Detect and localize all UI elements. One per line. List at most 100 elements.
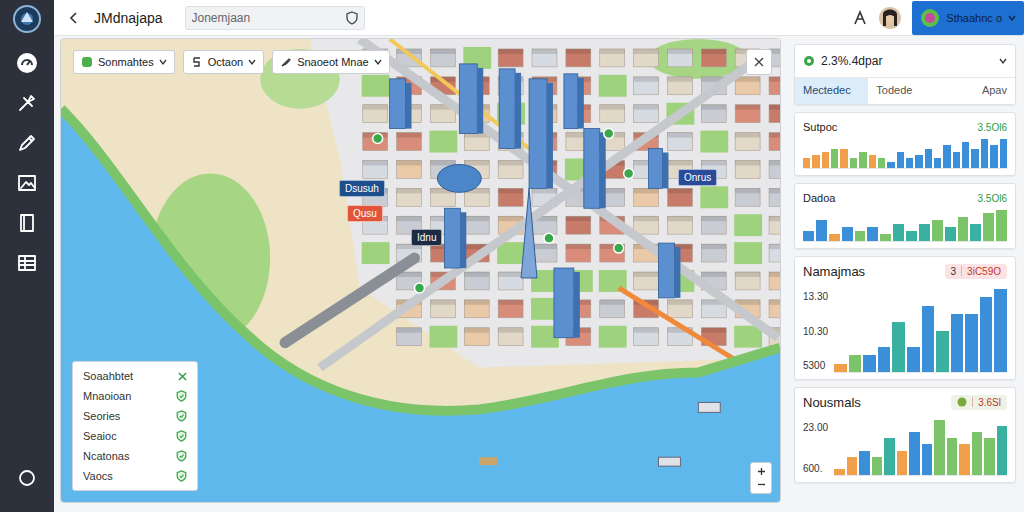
legend-check-icon[interactable] [176, 470, 187, 482]
table-icon[interactable] [16, 252, 38, 274]
chart-bar [953, 152, 960, 168]
chart-bar [909, 432, 920, 475]
chart-bar [934, 158, 941, 168]
zoom-out-icon[interactable] [757, 480, 766, 489]
chart-bar [958, 217, 969, 241]
tab[interactable]: Todede [868, 78, 941, 104]
tab[interactable]: Apav [942, 78, 1015, 104]
zoom-in-icon[interactable] [757, 467, 766, 476]
chart-bar [971, 149, 978, 168]
sidebar [0, 0, 54, 512]
close-button[interactable] [746, 49, 772, 75]
chart-bar [947, 438, 958, 475]
top-bar: JMdnajapa Sthaahnc o [54, 0, 1024, 36]
dashboard-icon[interactable] [16, 52, 38, 74]
legend-check-icon[interactable] [176, 410, 187, 422]
filter-dropdown[interactable]: Octaon [183, 50, 264, 74]
chart-bar [922, 444, 933, 475]
back-icon[interactable] [68, 11, 80, 25]
chart-bar [932, 220, 943, 241]
legend-item[interactable]: Vaocs [83, 468, 187, 484]
pen-icon[interactable] [16, 132, 38, 154]
tab-bar: MectedecTodedeApav [795, 77, 1015, 104]
map-pin[interactable]: Qusu [347, 205, 383, 222]
chart-bar [893, 224, 904, 241]
chart-bar [984, 438, 995, 475]
chart-bar [859, 451, 870, 475]
legend-check-icon[interactable] [176, 450, 187, 462]
filter-icon [280, 56, 292, 68]
city-map[interactable]: Sonmahtes Octaon Snaoeot Mnae Dsusuh Qusu Idn… [60, 38, 781, 503]
filter-dropdown[interactable]: Snaoeot Mnae [272, 50, 390, 74]
chart-bar [922, 306, 935, 372]
avatar-icon[interactable] [878, 6, 902, 30]
chart-bar [945, 227, 956, 241]
close-icon[interactable] [178, 372, 187, 381]
chart-bar [842, 227, 853, 241]
chart-bar [959, 444, 970, 475]
legend-header: Soaahbtet [83, 368, 187, 384]
chart-card: Dadoa3.5Ol6 [794, 183, 1016, 249]
caret-icon [159, 58, 167, 66]
badge-dot-icon [957, 397, 967, 407]
account-button[interactable]: Sthaahnc o [912, 1, 1024, 35]
panel-header-card: 2.3%.4dparMectedecTodedeApav [794, 44, 1016, 105]
chart-bar [834, 469, 845, 475]
map-pin[interactable]: Dsusuh [339, 180, 385, 197]
bar-chart [803, 139, 1007, 169]
caret-icon [248, 58, 256, 66]
value-badge: 3.6Sl [951, 395, 1007, 410]
chart-bar [847, 457, 858, 475]
filter-dropdown[interactable]: Sonmahtes [73, 50, 175, 74]
chart-bar [822, 152, 829, 168]
chart-bar [983, 213, 994, 241]
chart-bar [803, 231, 814, 241]
chart-bar [829, 234, 840, 241]
chart-bar [972, 432, 983, 475]
map-pin[interactable]: Onrus [678, 169, 717, 186]
chart-value: 3.5Ol6 [978, 122, 1007, 133]
filter-icon [81, 56, 93, 68]
tab[interactable]: Mectedec [795, 78, 868, 104]
legend-item[interactable]: Mnaoioan [83, 388, 187, 404]
legend-item[interactable]: Ncatonas [83, 448, 187, 464]
chart-bar [897, 451, 908, 475]
chart-bar [970, 224, 981, 241]
chart-bar [1000, 139, 1007, 168]
legend-item[interactable]: Seories [83, 408, 187, 424]
user-icon[interactable] [852, 10, 868, 26]
shield-icon [346, 11, 358, 25]
search-field[interactable] [185, 6, 365, 30]
axis-ticks: 13.3010.305300 [803, 289, 828, 373]
chart-bar [863, 355, 876, 372]
chart-bar [990, 145, 997, 168]
chart-bar [816, 220, 827, 241]
tool-icon[interactable] [16, 92, 38, 114]
chart-bar [919, 224, 930, 241]
chart-bar [849, 355, 862, 372]
chart-bar [897, 152, 904, 168]
chart-card: Nousmals3.6Sl23.00600. [794, 387, 1016, 483]
chart-bar [951, 314, 964, 372]
page-title: JMdnajapa [90, 10, 167, 26]
chart-bar [803, 158, 810, 168]
settings-icon[interactable] [17, 468, 37, 488]
image-icon[interactable] [16, 172, 38, 194]
chart-bar [884, 438, 895, 475]
legend-item[interactable]: Seaioc [83, 428, 187, 444]
chart-bar [997, 426, 1008, 475]
caret-icon[interactable] [999, 57, 1007, 65]
legend-check-icon[interactable] [176, 430, 187, 442]
chart-bar [943, 145, 950, 168]
legend-check-icon[interactable] [176, 390, 187, 402]
stats-panel: 2.3%.4dparMectedecTodedeApav Sutpoc3.5Ol6… [794, 38, 1016, 503]
search-input[interactable] [192, 11, 346, 25]
chart-bar [994, 289, 1007, 372]
chart-bar [887, 162, 894, 168]
chart-bar [981, 139, 988, 168]
chart-card: Sutpoc3.5Ol6 [794, 112, 1016, 176]
map-pin[interactable]: Idnu [411, 229, 442, 246]
chart-bar [831, 149, 838, 168]
book-icon[interactable] [16, 212, 38, 234]
logo-icon[interactable] [12, 4, 42, 34]
